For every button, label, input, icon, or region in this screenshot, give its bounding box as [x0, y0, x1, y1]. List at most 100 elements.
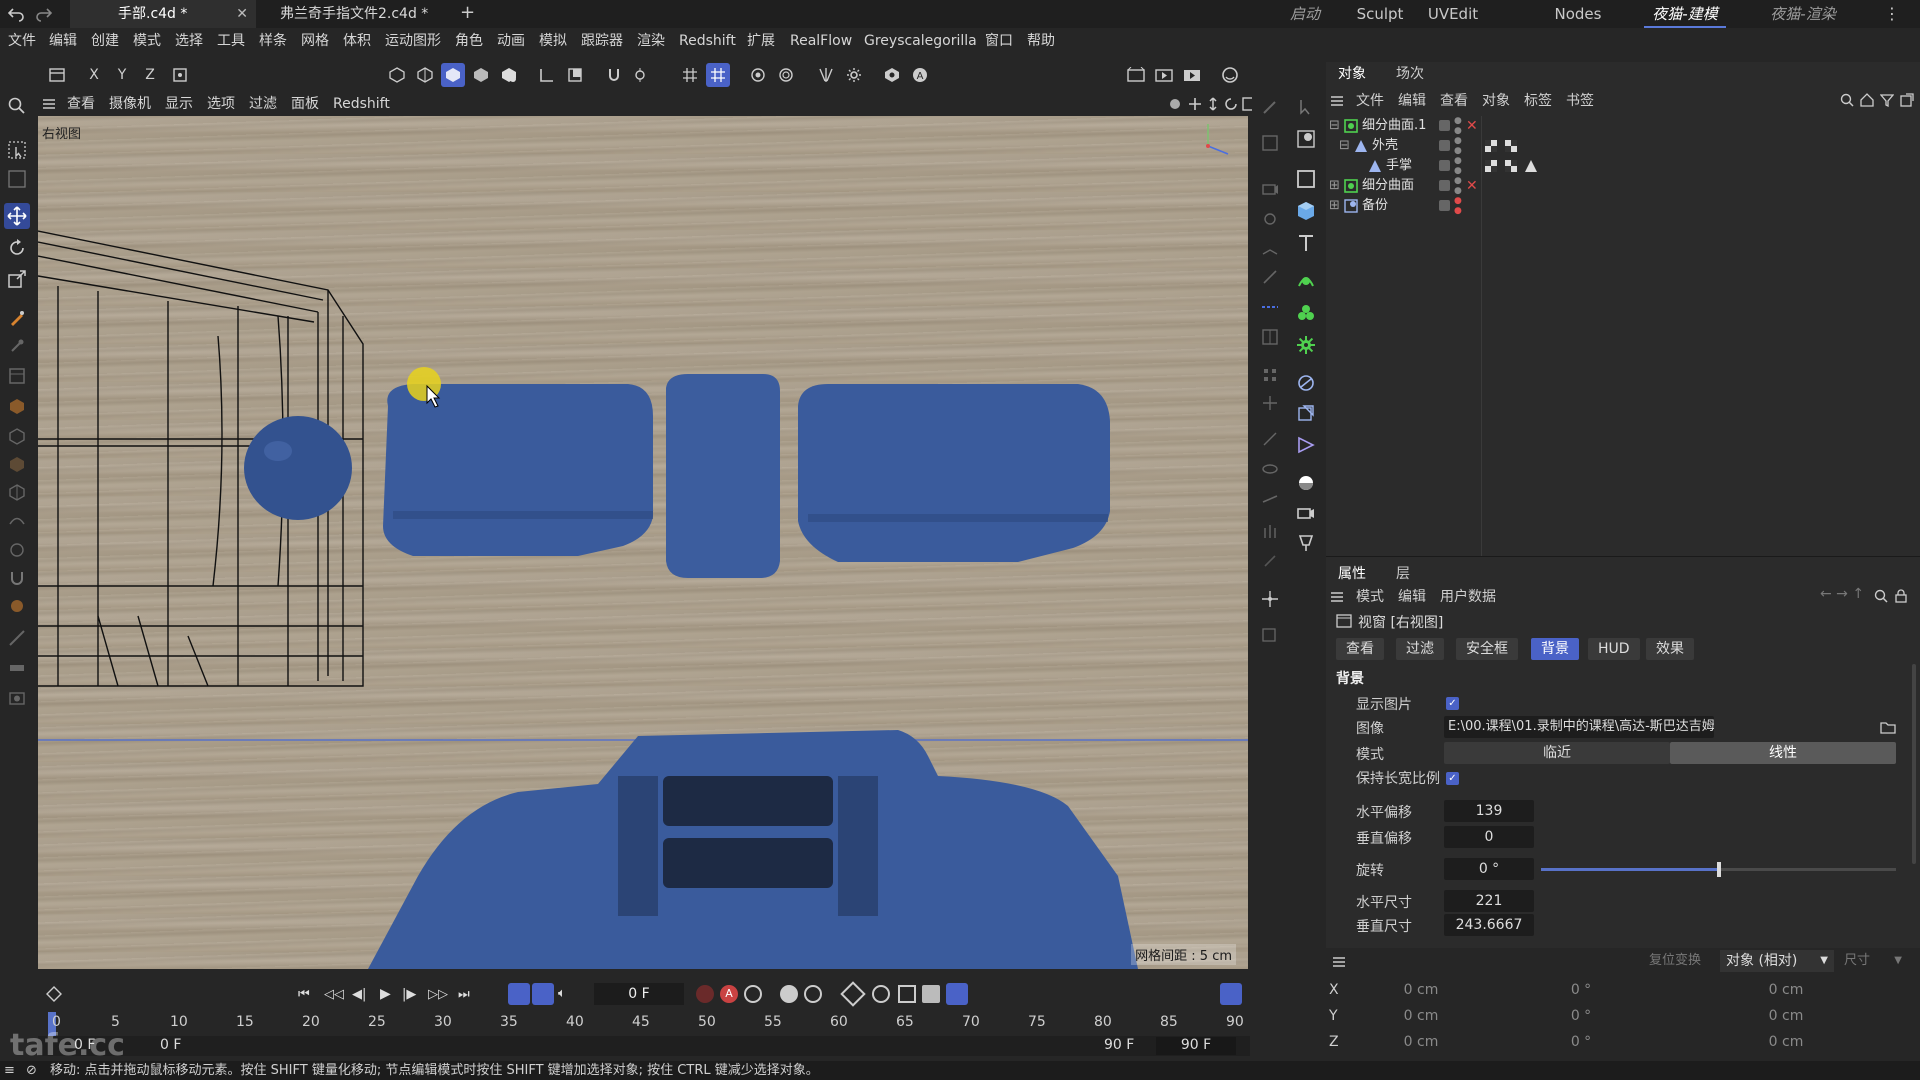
checker-tag-icon[interactable] — [1504, 159, 1518, 173]
rotation-slider-track[interactable] — [1541, 862, 1896, 877]
viewport-menu-filter[interactable]: 过滤 — [249, 93, 277, 115]
sound-icon[interactable]: 🔈︎ — [558, 986, 566, 1001]
select-tool-icon[interactable] — [1257, 130, 1283, 156]
goto-start-icon[interactable]: ⏮ — [298, 987, 310, 1002]
h-offset-field[interactable]: 139 — [1444, 800, 1534, 822]
tab-document-finger[interactable]: 弗兰奇手指文件2.c4d * — [256, 0, 452, 28]
browse-folder-icon[interactable] — [1880, 720, 1896, 734]
weld-icon[interactable] — [4, 537, 30, 563]
menu-create[interactable]: 创建 — [91, 28, 119, 54]
search-icon[interactable] — [4, 93, 30, 119]
menu-animate[interactable]: 动画 — [497, 28, 525, 54]
layout-night-cat-modeling[interactable]: 夜猫-建模 — [1644, 0, 1726, 28]
key-pla-icon[interactable] — [898, 985, 916, 1003]
attribute-scrollbar[interactable] — [1912, 664, 1916, 864]
preview-end-field[interactable]: 90 F — [1104, 1037, 1134, 1053]
menu-window[interactable]: 窗口 — [985, 28, 1013, 54]
auto-key-icon[interactable]: A — [908, 63, 932, 87]
om-menu-bookmarks[interactable]: 书签 — [1566, 90, 1594, 112]
loop-cut-icon[interactable] — [4, 451, 30, 477]
magnet-icon[interactable] — [602, 63, 626, 87]
axis-y-lock-button[interactable]: Y — [110, 63, 134, 87]
rotation-z-field[interactable]: 0 ° — [1506, 1034, 1656, 1050]
status-menu-icon[interactable]: ≡ — [4, 1061, 15, 1080]
expand-icon[interactable]: ⊟ — [1329, 116, 1340, 136]
menu-mesh[interactable]: 网格 — [301, 28, 329, 54]
null-object-icon[interactable] — [1293, 126, 1319, 152]
expand-icon[interactable]: ⊞ — [1329, 196, 1340, 216]
menu-character[interactable]: 角色 — [455, 28, 483, 54]
environment-icon[interactable] — [1293, 470, 1319, 496]
smooth-brush-icon[interactable] — [4, 593, 30, 619]
layer-swatch[interactable] — [1439, 120, 1450, 131]
menu-spline[interactable]: 样条 — [259, 28, 287, 54]
range-end-field[interactable]: 90 F — [1156, 1037, 1236, 1055]
text-object-icon[interactable] — [1293, 230, 1319, 256]
subtab-hud[interactable]: HUD — [1588, 638, 1640, 660]
viewport-menu-panel[interactable]: 面板 — [291, 93, 319, 115]
rotation-y-field[interactable]: 0 ° — [1506, 1008, 1656, 1024]
attribute-menu-icon[interactable] — [1330, 590, 1344, 604]
coordinate-system-icon[interactable] — [168, 63, 192, 87]
render-view-icon[interactable] — [1152, 63, 1176, 87]
subtab-filter[interactable]: 过滤 — [1396, 638, 1444, 660]
new-tab-icon[interactable]: + — [460, 2, 475, 23]
checker-tag-icon[interactable] — [1484, 139, 1498, 153]
object-row-backup[interactable]: ⊞ 备份 ● ● — [1326, 196, 1920, 216]
knife-icon[interactable] — [4, 479, 30, 505]
tab-document-hand[interactable]: 手部.c4d * ✕ — [70, 0, 256, 28]
render-to-picture-viewer-icon[interactable] — [1180, 63, 1204, 87]
field-icon[interactable] — [1293, 400, 1319, 426]
disabled-x-icon[interactable]: ✕ — [1466, 176, 1478, 196]
visibility-dots[interactable]: ● ● — [1454, 136, 1462, 156]
om-menu-tags[interactable]: 标签 — [1524, 90, 1552, 112]
move-tool-icon[interactable] — [4, 203, 30, 229]
nav-arrows-icon[interactable]: ← → ↑ — [1820, 586, 1864, 602]
layer-swatch[interactable] — [1439, 200, 1450, 211]
solo-icon[interactable] — [563, 63, 587, 87]
edge-mode-icon[interactable] — [469, 63, 493, 87]
polygon-mode-icon[interactable] — [497, 63, 521, 87]
play-icon[interactable]: ▶ — [380, 986, 391, 1002]
pointer-icon[interactable] — [1293, 94, 1319, 120]
spline-object-icon[interactable] — [1293, 268, 1319, 294]
tab-attributes[interactable]: 属性 — [1338, 562, 1366, 586]
tab-layers[interactable]: 层 — [1396, 562, 1410, 586]
motion-mode-button[interactable] — [946, 983, 968, 1005]
axis-z-lock-button[interactable]: Z — [138, 63, 162, 87]
timeline-range-bar[interactable]: 0 F 0 F 90 F 90 F — [38, 1036, 1250, 1056]
menu-redshift[interactable]: Redshift — [679, 28, 736, 54]
subtab-effects[interactable]: 效果 — [1646, 638, 1694, 660]
iron-icon[interactable] — [4, 655, 30, 681]
checker-tag-icon[interactable] — [1504, 139, 1518, 153]
layer-swatch[interactable] — [1439, 160, 1450, 171]
plane-object-icon[interactable] — [1293, 166, 1319, 192]
om-menu-view[interactable]: 查看 — [1440, 90, 1468, 112]
menu-select[interactable]: 选择 — [175, 28, 203, 54]
rotate-view-icon[interactable] — [1224, 97, 1238, 111]
reset-transform-button[interactable]: 复位变换 — [1638, 950, 1712, 972]
viewport-menu-options[interactable]: 选项 — [207, 93, 235, 115]
light-object-icon[interactable] — [1293, 530, 1319, 556]
split-icon[interactable] — [1257, 324, 1283, 350]
key-point-icon[interactable] — [922, 985, 940, 1003]
om-menu-object[interactable]: 对象 — [1482, 90, 1510, 112]
cube-object-icon[interactable] — [1293, 198, 1319, 224]
key-param-icon[interactable] — [872, 985, 890, 1003]
om-menu-edit[interactable]: 编辑 — [1398, 90, 1426, 112]
close-tab-icon[interactable]: ✕ — [236, 0, 248, 28]
visibility-dots[interactable]: ● ● — [1454, 116, 1462, 136]
camera-icon[interactable] — [1257, 176, 1283, 202]
size-z-field[interactable]: 0 cm — [1666, 1034, 1906, 1050]
om-search-icon[interactable] — [1840, 93, 1854, 107]
object-row-subdivision-1[interactable]: ⊟ 细分曲面.1 ● ● ✕ — [1326, 116, 1920, 136]
current-frame-field[interactable]: 0 F — [594, 983, 684, 1005]
loop-select-icon[interactable] — [1257, 294, 1283, 320]
light-icon[interactable] — [1257, 206, 1283, 232]
menu-help[interactable]: 帮助 — [1027, 28, 1055, 54]
menu-volume[interactable]: 体积 — [343, 28, 371, 54]
coordinate-mode-dropdown[interactable]: 对象 (相对) ▼ — [1720, 950, 1834, 972]
camera-object-icon[interactable] — [1293, 500, 1319, 526]
extrude-icon[interactable] — [4, 393, 30, 419]
stitch-icon[interactable] — [4, 625, 30, 651]
